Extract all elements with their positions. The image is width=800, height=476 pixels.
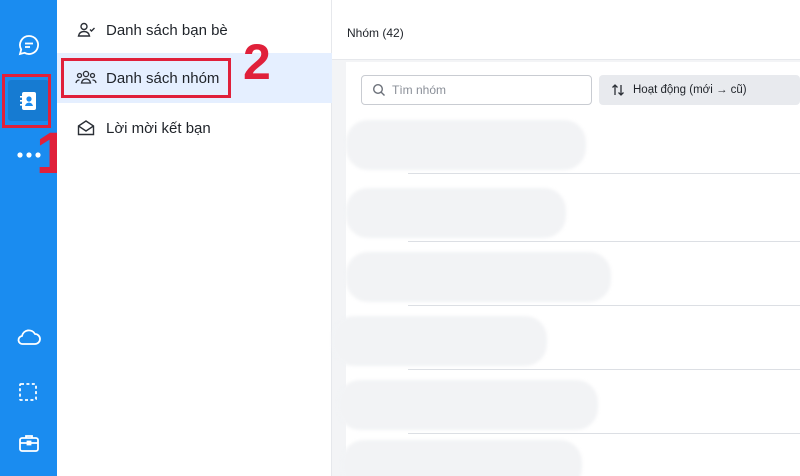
messages-button[interactable] — [8, 24, 49, 65]
groups-content: Tìm nhóm Hoạt động (mới → cũ) — [332, 62, 800, 476]
list-item[interactable] — [338, 374, 800, 434]
list-item[interactable] — [342, 434, 800, 476]
sidebar-item-label: Lời mời kết bạn — [106, 119, 211, 137]
search-icon — [372, 83, 386, 97]
nav-rail — [0, 0, 57, 476]
highlight-box-step-1 — [2, 74, 51, 128]
list-item[interactable] — [346, 182, 800, 242]
sort-dropdown[interactable]: Hoạt động (mới → cũ) — [599, 75, 800, 105]
page-title: Nhóm (42) — [347, 26, 404, 40]
search-input[interactable]: Tìm nhóm — [361, 75, 592, 105]
list-item[interactable] — [346, 114, 800, 174]
screenshot-button[interactable] — [8, 372, 49, 413]
groups-panel: Nhóm (42) Tìm nhóm Hoạt động (mới → cũ) — [332, 0, 800, 476]
sidebar-item-label: Danh sách bạn bè — [106, 21, 228, 39]
sort-label: Hoạt động (mới → cũ) — [633, 84, 747, 96]
cloud-icon — [16, 327, 42, 347]
highlight-box-step-2 — [61, 58, 231, 98]
screenshot-crop-icon — [17, 381, 41, 405]
panel-header: Nhóm (42) — [332, 0, 800, 60]
chat-bubble-icon — [17, 33, 41, 57]
envelope-icon — [75, 117, 97, 139]
sidebar-item-friends[interactable]: Danh sách bạn bè — [57, 5, 332, 55]
list-item[interactable] — [346, 246, 800, 306]
toolbox-button[interactable] — [8, 422, 49, 463]
cloud-button[interactable] — [8, 316, 49, 357]
friends-icon — [75, 19, 97, 41]
briefcase-icon — [17, 431, 41, 455]
sidebar-item-friend-requests[interactable]: Lời mời kết bạn — [57, 103, 332, 153]
list-item[interactable] — [332, 310, 800, 370]
search-placeholder: Tìm nhóm — [392, 83, 447, 97]
step-2-label: 2 — [243, 34, 271, 90]
sort-arrows-icon — [611, 83, 625, 97]
